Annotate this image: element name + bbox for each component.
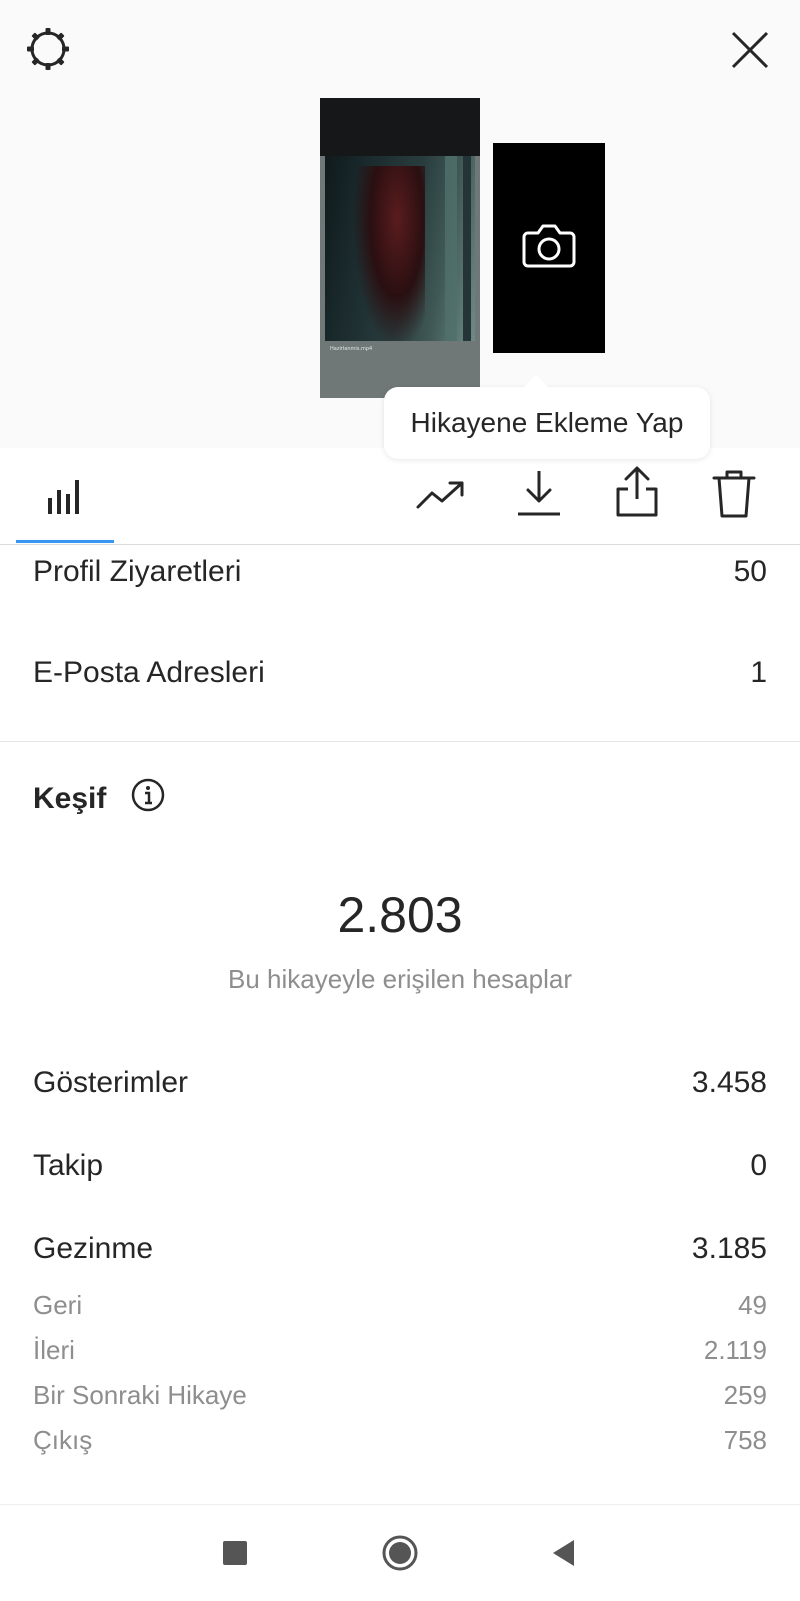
stat-label: Profil Ziyaretleri — [33, 555, 242, 588]
stat-value: 3.185 — [691, 1232, 767, 1265]
share-icon[interactable] — [614, 465, 660, 524]
recents-square-icon[interactable] — [222, 1540, 248, 1571]
add-to-story-tooltip[interactable]: Hikayene Ekleme Yap — [384, 375, 710, 459]
stat-row: E-Posta Adresleri 1 — [33, 656, 767, 690]
section-divider — [0, 741, 800, 742]
stat-label: E-Posta Adresleri — [33, 656, 265, 689]
stat-label: Takip — [33, 1149, 104, 1182]
info-icon[interactable] — [131, 778, 165, 820]
bar-chart-icon[interactable] — [46, 476, 82, 521]
home-circle-icon[interactable] — [382, 1535, 418, 1576]
sub-stat-label: Geri — [33, 1290, 83, 1320]
sub-stat-row: Çıkış 758 — [33, 1425, 767, 1456]
story-photo-detail — [445, 156, 457, 341]
sub-stat-value: 2.119 — [703, 1335, 767, 1365]
story-photo — [325, 156, 475, 341]
story-top-bar — [320, 98, 480, 156]
sub-stat-label: Çıkış — [33, 1425, 93, 1455]
stat-row: Gösterimler 3.458 — [33, 1066, 767, 1100]
section-title: Keşif — [33, 778, 165, 820]
trending-icon[interactable] — [416, 475, 468, 520]
download-icon[interactable] — [516, 468, 562, 523]
stat-label: Gezinme — [33, 1232, 154, 1265]
active-tab-indicator — [16, 540, 114, 543]
stat-value: 3.458 — [691, 1066, 767, 1099]
stat-label: Gösterimler — [33, 1066, 189, 1099]
sub-stat-row: Geri 49 — [33, 1290, 767, 1321]
stat-row: Gezinme 3.185 — [33, 1232, 767, 1266]
close-icon[interactable] — [728, 28, 772, 77]
discovery-title: Keşif — [33, 782, 107, 815]
stat-value: 50 — [733, 555, 767, 588]
story-photo-figure — [355, 166, 425, 341]
sub-stat-value: 758 — [723, 1425, 767, 1455]
sub-stat-row: Bir Sonraki Hikaye 259 — [33, 1380, 767, 1411]
current-story-thumbnail[interactable]: Hazirlanmis.mp4 — [320, 98, 480, 398]
stat-row: Takip 0 — [33, 1149, 767, 1183]
story-photo-detail — [463, 156, 471, 341]
sub-stat-label: Bir Sonraki Hikaye — [33, 1380, 247, 1410]
back-triangle-icon[interactable] — [552, 1539, 576, 1572]
stat-value: 1 — [750, 656, 767, 689]
story-toolbar — [0, 448, 800, 545]
sub-stat-label: İleri — [33, 1335, 75, 1365]
reach-value: 2.803 — [337, 887, 463, 943]
reach-caption: Bu hikayeyle erişilen hesaplar — [228, 964, 572, 994]
tooltip-arrow — [524, 375, 548, 387]
stat-value: 0 — [750, 1149, 767, 1182]
story-caption: Hazirlanmis.mp4 — [330, 346, 373, 352]
sub-stat-row: İleri 2.119 — [33, 1335, 767, 1366]
add-story-thumbnail[interactable] — [493, 143, 605, 353]
trash-icon[interactable] — [712, 468, 756, 525]
stat-row: Profil Ziyaretleri 50 — [33, 555, 767, 589]
tooltip-text: Hikayene Ekleme Yap — [410, 407, 684, 438]
camera-icon — [522, 221, 576, 274]
sub-stat-value: 49 — [738, 1290, 767, 1320]
system-navigation-bar — [0, 1504, 800, 1601]
gear-icon[interactable] — [24, 25, 72, 78]
story-preview-area: Hazirlanmis.mp4 — [0, 0, 800, 448]
sub-stat-value: 259 — [723, 1380, 767, 1410]
